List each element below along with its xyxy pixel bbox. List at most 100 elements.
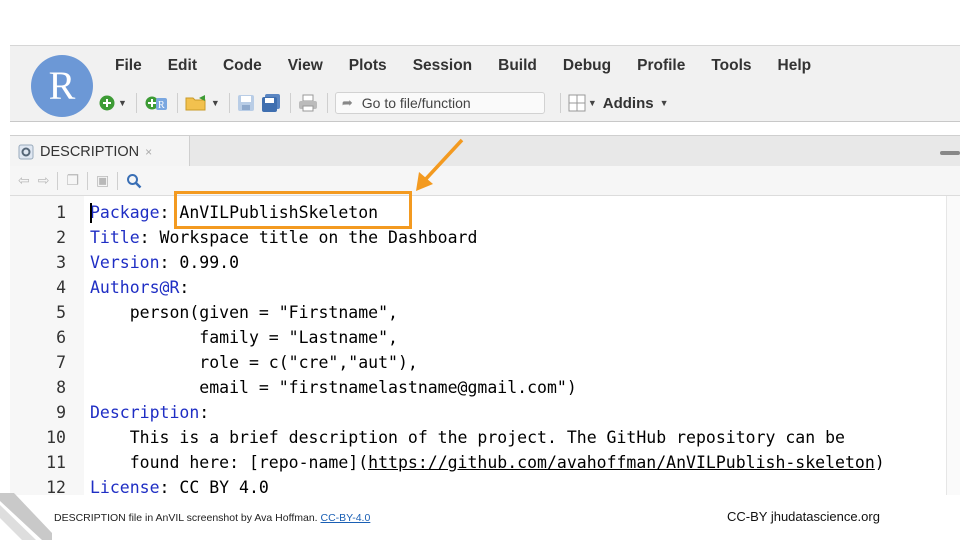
folder-icon bbox=[185, 95, 206, 111]
code-text: email = "firstnamelastname@gmail.com") bbox=[90, 375, 577, 400]
code-line[interactable]: 11 found here: [repo-name](https://githu… bbox=[10, 450, 960, 475]
minimize-pane-button[interactable] bbox=[940, 151, 960, 155]
search-icon[interactable] bbox=[126, 173, 142, 189]
new-file-icon bbox=[99, 95, 115, 111]
show-in-window-icon[interactable]: ❐ bbox=[66, 172, 79, 189]
line-number: 11 bbox=[46, 453, 66, 472]
license-link[interactable]: CC-BY-4.0 bbox=[321, 512, 371, 524]
chevron-down-icon: ▼ bbox=[210, 98, 220, 108]
code-segment: email = "firstnamelastname@gmail.com") bbox=[90, 378, 577, 397]
code-text: family = "Lastname", bbox=[90, 325, 398, 350]
code-segment: : Workspace title on the Dashboard bbox=[139, 228, 478, 247]
forward-arrow-icon[interactable]: ⇨ bbox=[38, 172, 50, 189]
code-text: person(given = "Firstname", bbox=[90, 300, 398, 325]
menu-edit[interactable]: Edit bbox=[168, 57, 197, 75]
code-segment: family = "Lastname", bbox=[90, 328, 398, 347]
menu-tools[interactable]: Tools bbox=[711, 57, 751, 75]
workspace-panes-button[interactable]: ▼ bbox=[568, 93, 597, 113]
code-editor[interactable]: 1 Package: AnVILPublishSkeleton 2 Title: Wo… bbox=[10, 200, 960, 495]
package-name-highlight bbox=[174, 191, 412, 229]
save-all-icon bbox=[261, 94, 280, 112]
code-line[interactable]: 4 Authors@R: bbox=[10, 275, 960, 300]
code-segment: : 0.99.0 bbox=[159, 253, 240, 272]
toolbar-divider bbox=[559, 93, 561, 113]
chevron-down-icon: ▼ bbox=[659, 98, 669, 108]
code-line[interactable]: 5 person(given = "Firstname", bbox=[10, 300, 960, 325]
toolbar-divider bbox=[289, 93, 291, 113]
menu-session[interactable]: Session bbox=[413, 57, 472, 75]
menu-code[interactable]: Code bbox=[223, 57, 262, 75]
code-segment: role = c("cre","aut"), bbox=[90, 353, 418, 372]
code-line[interactable]: 9 Description: bbox=[10, 400, 960, 425]
vertical-scrollbar[interactable] bbox=[946, 196, 960, 495]
image-caption: DESCRIPTION file in AnVIL screenshot by … bbox=[54, 512, 370, 524]
toolbar-divider bbox=[326, 93, 328, 113]
back-arrow-icon[interactable]: ⇦ bbox=[18, 172, 30, 189]
code-segment: : CC BY 4.0 bbox=[159, 478, 269, 495]
code-line[interactable]: 12 License: CC BY 4.0 bbox=[10, 475, 960, 495]
code-segment: : bbox=[199, 403, 210, 422]
code-line[interactable]: 10 This is a brief description of the pr… bbox=[10, 425, 960, 450]
code-line[interactable]: 3 Version: 0.99.0 bbox=[10, 250, 960, 275]
close-icon[interactable]: × bbox=[145, 145, 152, 159]
open-file-button[interactable]: ▼ bbox=[185, 93, 220, 113]
rstudio-screenshot: File Edit Code View Plots Session Build … bbox=[10, 45, 960, 495]
tab-description[interactable]: DESCRIPTION × bbox=[10, 136, 190, 168]
menu-profile[interactable]: Profile bbox=[637, 57, 685, 75]
code-line[interactable]: 7 role = c("cre","aut"), bbox=[10, 350, 960, 375]
line-number: 1 bbox=[56, 203, 66, 222]
menu-debug[interactable]: Debug bbox=[563, 57, 611, 75]
addins-menu[interactable]: Addins ▼ bbox=[603, 95, 669, 112]
caption-text: DESCRIPTION file in AnVIL screenshot by … bbox=[54, 512, 321, 524]
tab-label: DESCRIPTION bbox=[40, 144, 140, 160]
code-text: This is a brief description of the proje… bbox=[90, 425, 845, 450]
menu-build[interactable]: Build bbox=[498, 57, 537, 75]
code-line[interactable]: 8 email = "firstnamelastname@gmail.com") bbox=[10, 375, 960, 400]
go-to-file-placeholder: Go to file/function bbox=[361, 95, 471, 111]
text-cursor bbox=[90, 203, 92, 223]
new-project-button[interactable]: R bbox=[144, 93, 168, 113]
toolbar-divider bbox=[135, 93, 137, 113]
code-text: Authors@R: bbox=[90, 275, 189, 300]
line-number: 2 bbox=[56, 228, 66, 247]
print-icon bbox=[298, 94, 317, 112]
menu-plots[interactable]: Plots bbox=[349, 57, 387, 75]
code-line[interactable]: 1 Package: AnVILPublishSkeleton bbox=[10, 200, 960, 225]
chevron-down-icon: ▼ bbox=[587, 98, 597, 108]
menu-bar: File Edit Code View Plots Session Build … bbox=[115, 54, 837, 78]
code-text: Description: bbox=[90, 400, 209, 425]
toolbar-divider bbox=[228, 93, 230, 113]
line-number: 8 bbox=[56, 378, 66, 397]
save-all-button[interactable] bbox=[261, 93, 281, 113]
save-button[interactable] bbox=[237, 93, 255, 113]
line-number: 7 bbox=[56, 353, 66, 372]
code-line[interactable]: 6 family = "Lastname", bbox=[10, 325, 960, 350]
main-toolbar: ▼ R ▼ ➦ Go to file/function ▼ Addins ▼ bbox=[98, 91, 669, 115]
code-segment: ) bbox=[874, 453, 885, 472]
menu-view[interactable]: View bbox=[288, 57, 323, 75]
code-keyword: Description bbox=[90, 403, 200, 422]
save-icon[interactable]: ▣ bbox=[96, 172, 109, 189]
credit-text: CC-BY jhudatascience.org bbox=[727, 509, 880, 524]
save-icon bbox=[237, 95, 254, 111]
new-project-icon: R bbox=[145, 96, 167, 111]
line-number: 12 bbox=[46, 478, 66, 495]
go-to-file-input[interactable]: ➦ Go to file/function bbox=[334, 92, 545, 114]
code-text: License: CC BY 4.0 bbox=[90, 475, 269, 495]
line-number: 9 bbox=[56, 403, 66, 422]
toolbar-divider bbox=[57, 171, 59, 190]
editor-tab-bar: DESCRIPTION × bbox=[10, 135, 960, 168]
gear-file-icon bbox=[18, 144, 34, 160]
new-file-button[interactable]: ▼ bbox=[98, 93, 127, 113]
line-number: 10 bbox=[46, 428, 66, 447]
code-keyword: Package bbox=[90, 203, 160, 222]
go-to-arrow-icon: ➦ bbox=[341, 95, 353, 110]
code-text: Version: 0.99.0 bbox=[90, 250, 239, 275]
menu-file[interactable]: File bbox=[115, 57, 142, 75]
print-button[interactable] bbox=[298, 93, 318, 113]
code-link[interactable]: https://github.com/avahoffman/AnVILPubli… bbox=[368, 453, 875, 472]
menu-help[interactable]: Help bbox=[778, 57, 812, 75]
code-keyword: License bbox=[90, 478, 160, 495]
code-segment: person(given = "Firstname", bbox=[90, 303, 398, 322]
code-line[interactable]: 2 Title: Workspace title on the Dashboard bbox=[10, 225, 960, 250]
